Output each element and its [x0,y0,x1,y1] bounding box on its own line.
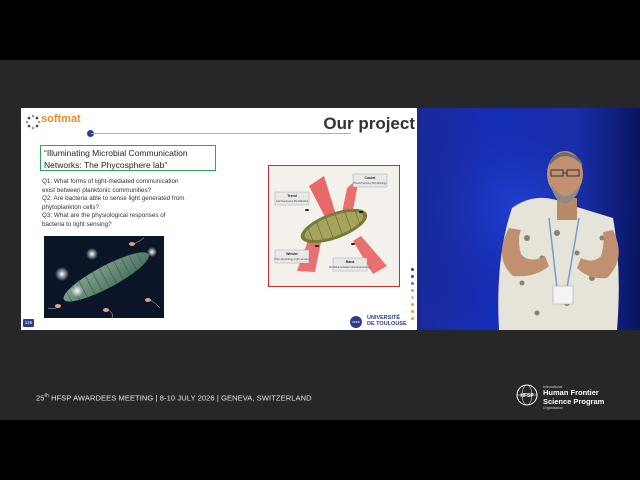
university-logo-text: UNIVERSITÉ DE TOULOUSE [367,315,407,327]
question-line: phytoplankton cells? [42,203,100,211]
diagram-label-sub: Microbial behavior Chemical ecology [329,265,372,269]
research-questions: Q1: What forms of light-mediated communi… [42,178,232,229]
speaker-figure-icon [417,108,640,330]
university-line-2: DE TOULOUSE [367,321,407,327]
hfsp-name-line-2: Science Program [543,396,605,406]
diagram-label-title: Rana [346,260,355,264]
project-title-box: “Illuminating Microbial Communication Ne… [40,145,216,171]
slide-title: Our project [323,114,415,133]
video-stage: softmat Our project “Illuminating Microb… [0,60,640,420]
footer-ordinal: 25 [36,393,45,403]
bottom-dot-decoration [289,321,350,330]
project-title-line-1: “Illuminating Microbial Communication [44,148,188,158]
question-line: exist between planktonic communities? [42,186,152,194]
project-title-line-2: Networks: The Phycosphere lab” [44,160,168,170]
diagram-label-sub: Cell biophysics Microfluidics [276,199,309,203]
speaker-video [417,108,640,330]
diatom-illustration [44,236,164,318]
title-divider [91,133,351,134]
diagram-label-title: Winder [286,252,298,256]
question-line: Q2: Are bacteria able to sense light gen… [42,195,185,202]
phycosphere-diagram-icon: Trend Cell biophysics Microfluidics Coul… [269,166,399,286]
hfsp-organization-name: International Human Frontier Science Pro… [543,385,604,410]
phycosphere-diagram: Trend Cell biophysics Microfluidics Coul… [268,165,400,287]
diatom-image-icon [44,236,164,318]
footer-event-text: HFSP AWARDEES MEETING | 8-10 JULY 2026 |… [48,393,312,403]
slide-number: 125 [23,319,34,327]
hfsp-logo-text: HFSP [520,393,534,399]
presentation-slide: softmat Our project “Illuminating Microb… [21,108,417,330]
question-line: Q3: What are the physiological responses… [42,212,166,219]
softmat-logo-text: softmat [41,113,81,125]
question-line: Q1: What forms of light-mediated communi… [42,178,179,185]
diagram-label-sub: Plant physiology Light sensing [275,257,310,261]
event-footer: 25th HFSP AWARDEES MEETING | 8-10 JULY 2… [36,393,312,403]
question-line: bacteria to light sensing? [42,220,112,228]
diagram-label-title: Trend [287,194,297,198]
side-dot-decoration [411,268,415,324]
diagram-label-title: Coulet [365,176,377,180]
hfsp-small-bottom: Organization [543,406,563,410]
diagram-label-sub: Photochemistry Microbiology [353,181,387,185]
cnrs-logo: cnrs [350,316,362,328]
hfsp-globe-logo-icon: HFSP [516,384,538,406]
